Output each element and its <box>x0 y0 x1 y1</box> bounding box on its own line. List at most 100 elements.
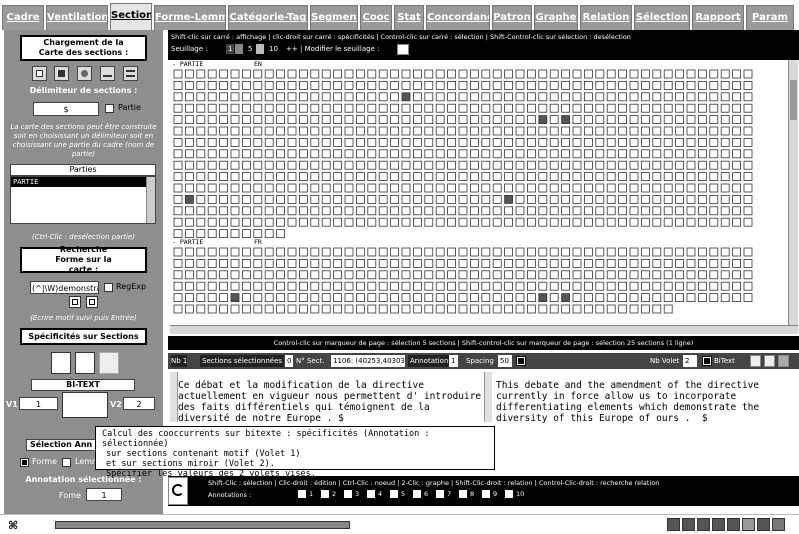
section-square[interactable] <box>686 80 696 90</box>
section-square[interactable] <box>583 293 593 303</box>
section-square[interactable] <box>583 194 593 204</box>
section-square[interactable] <box>230 160 240 170</box>
section-square[interactable] <box>196 281 206 291</box>
section-square[interactable] <box>538 281 548 291</box>
section-square[interactable] <box>253 149 263 159</box>
section-square[interactable] <box>242 206 251 216</box>
section-square[interactable] <box>253 183 263 193</box>
section-square[interactable] <box>412 149 422 159</box>
section-square[interactable] <box>720 281 730 291</box>
section-square[interactable] <box>595 160 605 170</box>
section-square[interactable] <box>435 270 445 280</box>
section-square[interactable] <box>447 103 457 113</box>
section-square[interactable] <box>207 293 217 303</box>
section-square[interactable] <box>310 138 320 147</box>
section-square[interactable] <box>618 172 628 181</box>
section-square[interactable] <box>264 160 274 170</box>
section-square[interactable] <box>173 126 183 136</box>
section-square[interactable] <box>504 138 514 147</box>
section-square[interactable] <box>344 293 354 303</box>
section-square[interactable] <box>469 138 479 147</box>
annotation-option[interactable]: 4 <box>367 490 382 498</box>
section-square[interactable] <box>242 92 251 102</box>
section-square[interactable] <box>287 183 297 193</box>
section-square[interactable] <box>469 160 479 170</box>
section-square[interactable] <box>435 92 445 102</box>
section-square[interactable] <box>367 69 377 79</box>
section-square[interactable] <box>629 281 639 291</box>
export-icon[interactable] <box>100 66 115 81</box>
section-square[interactable] <box>526 247 536 257</box>
section-square[interactable] <box>504 194 514 204</box>
section-square[interactable] <box>709 80 719 90</box>
section-square[interactable] <box>230 80 240 90</box>
section-square[interactable] <box>583 304 593 314</box>
section-square[interactable] <box>675 160 685 170</box>
section-square[interactable] <box>561 281 571 291</box>
section-square[interactable] <box>253 270 263 280</box>
section-square[interactable] <box>732 69 741 79</box>
section-square[interactable] <box>469 92 479 102</box>
section-square[interactable] <box>492 115 502 124</box>
section-square[interactable] <box>276 103 285 113</box>
section-square[interactable] <box>196 103 206 113</box>
section-square[interactable] <box>526 126 536 136</box>
section-square[interactable] <box>230 172 240 181</box>
section-square[interactable] <box>321 92 331 102</box>
section-square[interactable] <box>276 217 285 227</box>
section-square[interactable] <box>276 183 285 193</box>
section-square[interactable] <box>595 69 605 79</box>
annotation-option[interactable]: 5 <box>390 490 405 498</box>
section-square[interactable] <box>504 183 514 193</box>
section-square[interactable] <box>663 115 673 124</box>
section-square[interactable] <box>310 206 320 216</box>
section-square[interactable] <box>355 270 365 280</box>
section-square[interactable] <box>173 304 183 314</box>
section-square[interactable] <box>390 270 400 280</box>
section-square[interactable] <box>549 160 559 170</box>
section-square[interactable] <box>583 69 593 79</box>
section-square[interactable] <box>219 138 228 147</box>
section-square[interactable] <box>321 194 331 204</box>
section-square[interactable] <box>242 270 251 280</box>
section-square[interactable] <box>173 229 183 239</box>
section-square[interactable] <box>549 103 559 113</box>
section-square[interactable] <box>629 194 639 204</box>
section-square[interactable] <box>652 160 662 170</box>
section-square[interactable] <box>378 206 388 216</box>
section-square[interactable] <box>264 103 274 113</box>
section-square[interactable] <box>390 126 400 136</box>
section-square[interactable] <box>538 69 548 79</box>
section-square[interactable] <box>595 115 605 124</box>
section-square[interactable] <box>583 183 593 193</box>
section-square[interactable] <box>333 183 343 193</box>
section-square[interactable] <box>333 69 343 79</box>
section-square[interactable] <box>469 194 479 204</box>
section-square[interactable] <box>629 126 639 136</box>
section-square[interactable] <box>276 304 285 314</box>
section-square[interactable] <box>686 183 696 193</box>
section-square[interactable] <box>538 293 548 303</box>
section-square[interactable] <box>504 80 514 90</box>
section-square[interactable] <box>652 281 662 291</box>
section-square[interactable] <box>675 183 685 193</box>
section-square[interactable] <box>504 115 514 124</box>
section-square[interactable] <box>230 183 240 193</box>
annotation-checkbox[interactable] <box>413 490 421 498</box>
section-square[interactable] <box>298 258 308 268</box>
section-square[interactable] <box>629 80 639 90</box>
nb-volets-value[interactable]: 2 <box>683 355 697 367</box>
section-square[interactable] <box>606 115 616 124</box>
section-square[interactable] <box>458 115 468 124</box>
section-square[interactable] <box>481 126 491 136</box>
section-square[interactable] <box>310 115 320 124</box>
status-icon-3[interactable] <box>697 518 710 531</box>
section-square[interactable] <box>447 80 457 90</box>
section-square[interactable] <box>401 103 411 113</box>
section-square[interactable] <box>355 304 365 314</box>
section-square[interactable] <box>618 183 628 193</box>
section-square[interactable] <box>184 126 194 136</box>
section-square[interactable] <box>640 115 650 124</box>
section-square[interactable] <box>184 229 194 239</box>
section-square[interactable] <box>401 293 411 303</box>
